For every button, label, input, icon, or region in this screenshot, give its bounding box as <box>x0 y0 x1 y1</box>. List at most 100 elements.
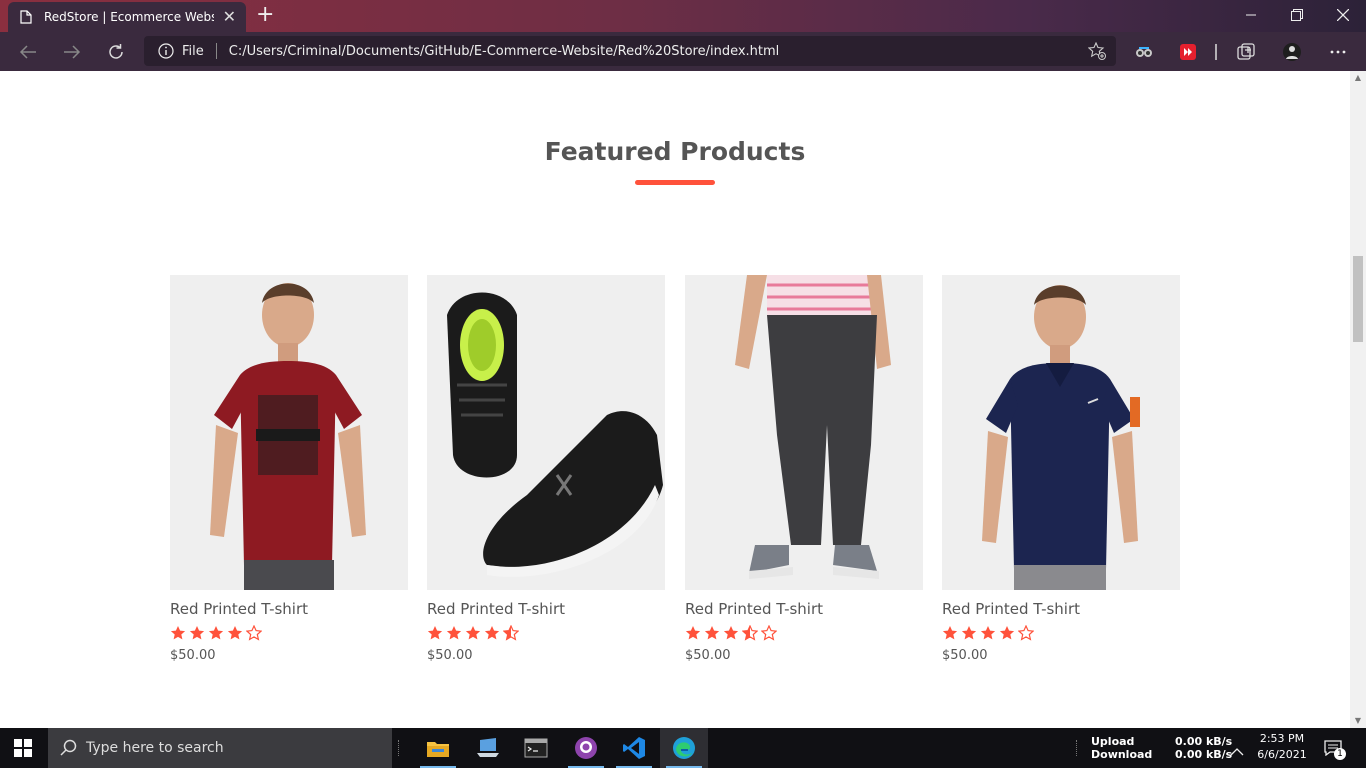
section-title: Featured Products <box>544 137 806 166</box>
product-price: $50.00 <box>942 648 988 663</box>
black-shoes-image <box>427 275 665 590</box>
star-full-icon <box>942 626 958 640</box>
product-price: $50.00 <box>685 648 731 663</box>
product-rating <box>685 625 923 641</box>
product-image[interactable] <box>942 275 1180 590</box>
browser-tab-bar: RedStore | Ecommerce Website D ✕ + <box>0 0 1366 32</box>
product-image[interactable] <box>685 275 923 590</box>
product-card[interactable]: Red Printed T-shirt $50.00 <box>170 275 408 663</box>
fast-forward-icon <box>1180 44 1196 60</box>
minimize-button[interactable] <box>1228 0 1274 30</box>
taskbar-grip <box>398 740 400 756</box>
page-icon <box>20 10 32 24</box>
info-icon[interactable] <box>158 43 174 59</box>
star-full-icon <box>723 626 739 640</box>
product-card[interactable]: Red Printed T-shirt $50.00 <box>685 275 923 663</box>
tab-close-icon[interactable]: ✕ <box>223 9 236 25</box>
vscode-app[interactable] <box>610 728 658 768</box>
edge-browser-app[interactable] <box>660 728 708 768</box>
product-card[interactable]: Red Printed T-shirt $50.00 <box>427 275 665 663</box>
download-rate: 0.00 kB/s <box>1175 748 1233 761</box>
back-button[interactable] <box>16 40 40 64</box>
github-desktop-app[interactable] <box>562 728 610 768</box>
star-full-icon <box>465 626 481 640</box>
star-full-icon <box>227 626 243 640</box>
network-labels: Upload Download <box>1091 728 1152 768</box>
vscode-icon <box>623 737 645 759</box>
terminal-icon <box>524 738 548 758</box>
back-arrow-icon <box>19 45 36 59</box>
scroll-down-arrow-icon[interactable]: ▼ <box>1353 716 1363 726</box>
add-favorite-icon[interactable] <box>1088 42 1106 60</box>
scrollbar-thumb[interactable] <box>1353 256 1363 342</box>
show-hidden-icons-button[interactable] <box>1230 742 1244 761</box>
url-text[interactable]: C:/Users/Criminal/Documents/GitHub/E-Com… <box>229 44 780 59</box>
star-empty-icon <box>1018 625 1034 641</box>
address-bar[interactable]: File C:/Users/Criminal/Documents/GitHub/… <box>144 36 1116 66</box>
product-card[interactable]: Red Printed T-shirt $50.00 <box>942 275 1180 663</box>
file-explorer-app[interactable] <box>414 728 462 768</box>
star-full-icon <box>189 626 205 640</box>
taskbar-search-box[interactable]: Type here to search <box>48 728 392 768</box>
browser-tab[interactable]: RedStore | Ecommerce Website D ✕ <box>8 2 246 32</box>
collections-button[interactable] <box>1236 42 1256 62</box>
network-rates: 0.00 kB/s 0.00 kB/s <box>1175 728 1232 768</box>
tab-title: RedStore | Ecommerce Website D <box>44 10 214 24</box>
search-icon <box>60 739 77 756</box>
browser-toolbar: File C:/Users/Criminal/Documents/GitHub/… <box>0 32 1366 71</box>
product-name[interactable]: Red Printed T-shirt <box>685 600 923 618</box>
laptop-icon <box>477 738 499 757</box>
red-tshirt-model-image <box>170 275 408 590</box>
more-menu-button[interactable] <box>1328 42 1348 62</box>
product-name[interactable]: Red Printed T-shirt <box>942 600 1180 618</box>
clock-date: 6/6/2021 <box>1257 748 1307 761</box>
collections-icon <box>1237 43 1255 60</box>
notification-count-badge: 1 <box>1334 748 1346 760</box>
product-name[interactable]: Red Printed T-shirt <box>427 600 665 618</box>
chevron-up-icon <box>1230 748 1244 756</box>
scroll-up-arrow-icon[interactable]: ▲ <box>1353 73 1363 83</box>
star-empty-icon <box>761 625 777 641</box>
product-name[interactable]: Red Printed T-shirt <box>170 600 408 618</box>
product-rating <box>942 625 1180 641</box>
product-image[interactable] <box>427 275 665 590</box>
grey-joggers-image <box>685 275 923 590</box>
windows-start-icon[interactable] <box>14 739 32 757</box>
address-separator <box>215 43 217 59</box>
notification-center-button[interactable]: 1 <box>1324 740 1346 760</box>
close-window-button[interactable] <box>1320 0 1366 30</box>
tray-grip <box>1076 740 1078 756</box>
mask-extension-icon <box>1136 47 1152 57</box>
star-half-icon <box>503 625 519 641</box>
upload-rate: 0.00 kB/s <box>1175 735 1233 748</box>
avatar-icon <box>1283 43 1301 61</box>
product-price: $50.00 <box>427 648 473 663</box>
terminal-app[interactable] <box>512 728 560 768</box>
star-full-icon <box>208 626 224 640</box>
minimize-icon <box>1246 14 1256 16</box>
navy-polo-model-image <box>942 275 1180 590</box>
star-full-icon <box>427 626 443 640</box>
star-full-icon <box>446 626 462 640</box>
system-clock[interactable]: 2:53 PM 6/6/2021 <box>1252 731 1312 763</box>
star-full-icon <box>704 626 720 640</box>
star-full-icon <box>961 626 977 640</box>
video-speed-extension-icon[interactable] <box>1178 42 1198 62</box>
product-image[interactable] <box>170 275 408 590</box>
refresh-button[interactable] <box>104 40 128 64</box>
star-full-icon <box>999 626 1015 640</box>
forward-arrow-icon <box>64 45 81 59</box>
restore-icon <box>1291 9 1303 21</box>
search-placeholder: Type here to search <box>86 740 224 756</box>
download-label: Download <box>1091 748 1153 761</box>
forward-button[interactable] <box>60 40 84 64</box>
page-scrollbar[interactable]: ▲ ▼ <box>1350 71 1366 728</box>
product-rating <box>427 625 665 641</box>
folder-icon <box>427 742 449 757</box>
remote-app[interactable] <box>464 728 512 768</box>
extension-icon[interactable] <box>1134 42 1154 62</box>
new-tab-button[interactable]: + <box>256 3 274 27</box>
profile-avatar[interactable] <box>1282 42 1302 62</box>
restore-button[interactable] <box>1274 0 1320 30</box>
windows-taskbar: Type here to search Upload Download 0.00… <box>0 728 1366 768</box>
